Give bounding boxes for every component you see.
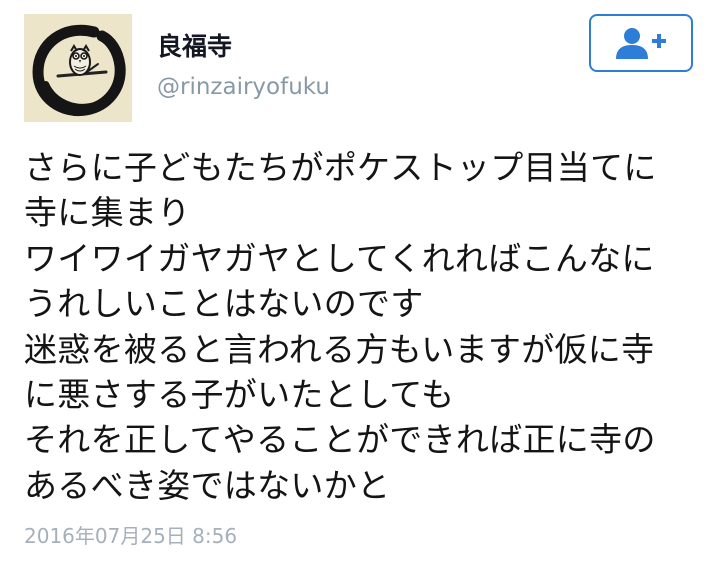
- tweet-text: さらに子どもたちがポケストップ目当てに 寺に集まり ワイワイガヤガヤとしてくれれ…: [24, 145, 714, 508]
- tweet-text-line: に悪さする子がいたとしても: [24, 375, 455, 415]
- owl-enso-avatar-icon: [24, 14, 132, 122]
- tweet-text-line: 迷惑を被ると言われる方もいますが仮に寺: [24, 329, 655, 369]
- user-handle[interactable]: @rinzairyofuku: [157, 72, 330, 102]
- tweet-timestamp[interactable]: 2016年07月25日 8:56: [24, 522, 237, 550]
- tweet-text-line: 寺に集まり: [24, 193, 191, 233]
- tweet-text-line: あるべき姿ではないかと: [24, 465, 391, 505]
- follow-button[interactable]: [589, 14, 693, 72]
- avatar[interactable]: [24, 14, 132, 122]
- display-name[interactable]: 良福寺: [157, 30, 232, 64]
- tweet-text-line: それを正してやることができれば正に寺の: [24, 420, 656, 460]
- tweet-text-line: ワイワイガヤガヤとしてくれればこんなに: [24, 238, 655, 278]
- tweet-text-line: うれしいことはないのです: [24, 284, 424, 324]
- tweet-card: 良福寺 @rinzairyofuku さらに子どもたちがポケストップ目当てに 寺…: [0, 0, 720, 574]
- tweet-text-line: さらに子どもたちがポケストップ目当てに: [24, 148, 657, 187]
- add-user-icon: [616, 28, 666, 59]
